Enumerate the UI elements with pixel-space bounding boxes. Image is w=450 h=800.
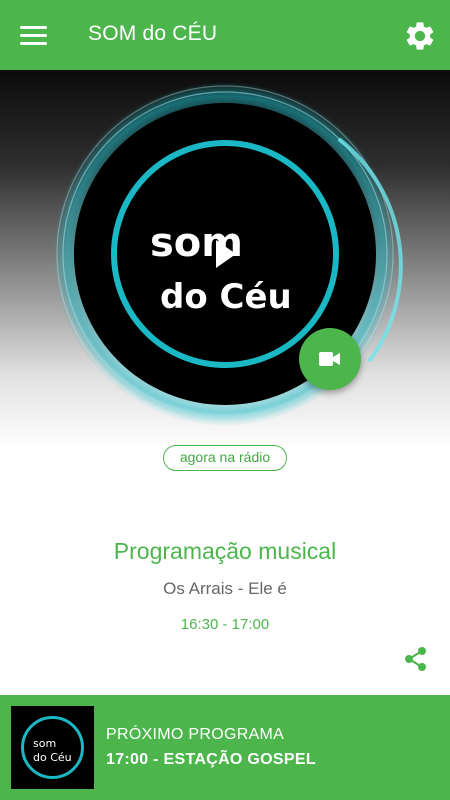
video-camera-icon	[319, 352, 340, 366]
radio-disc: som do Céu	[53, 82, 403, 426]
gear-icon	[406, 22, 434, 50]
mini-logo-line2: do Céu	[33, 751, 72, 764]
now-on-radio-badge: agora na rádio	[163, 445, 287, 471]
logo-text-line2: do Céu	[160, 277, 292, 317]
mini-logo-line1: som	[33, 737, 56, 750]
share-button[interactable]	[403, 646, 429, 672]
app-title: SOM do CÉU	[88, 22, 218, 45]
player-hero: som do Céu	[0, 70, 450, 450]
next-program-logo: som do Céu	[11, 706, 94, 789]
menu-icon-bar	[20, 42, 47, 45]
program-time: 16:30 - 17:00	[180, 616, 270, 633]
share-icon	[405, 647, 426, 671]
menu-icon-bar	[20, 34, 47, 37]
menu-button[interactable]	[16, 20, 52, 50]
menu-icon-bar	[20, 26, 47, 29]
mini-logo-art: som do Céu	[21, 716, 84, 779]
next-program-name: 17:00 - ESTAÇÃO GOSPEL	[106, 751, 316, 768]
program-title: Programação musical	[113, 538, 337, 564]
next-program-label: PRÓXIMO PROGRAMA	[106, 726, 285, 743]
next-program-bar[interactable]: som do Céu PRÓXIMO PROGRAMA 17:00 - ESTA…	[0, 695, 450, 800]
video-button[interactable]	[299, 328, 361, 390]
play-button[interactable]	[205, 232, 245, 276]
track-name: Os Arrais - Ele é	[163, 579, 287, 598]
app-bar: SOM do CÉU	[0, 0, 450, 70]
settings-button[interactable]	[403, 19, 437, 53]
